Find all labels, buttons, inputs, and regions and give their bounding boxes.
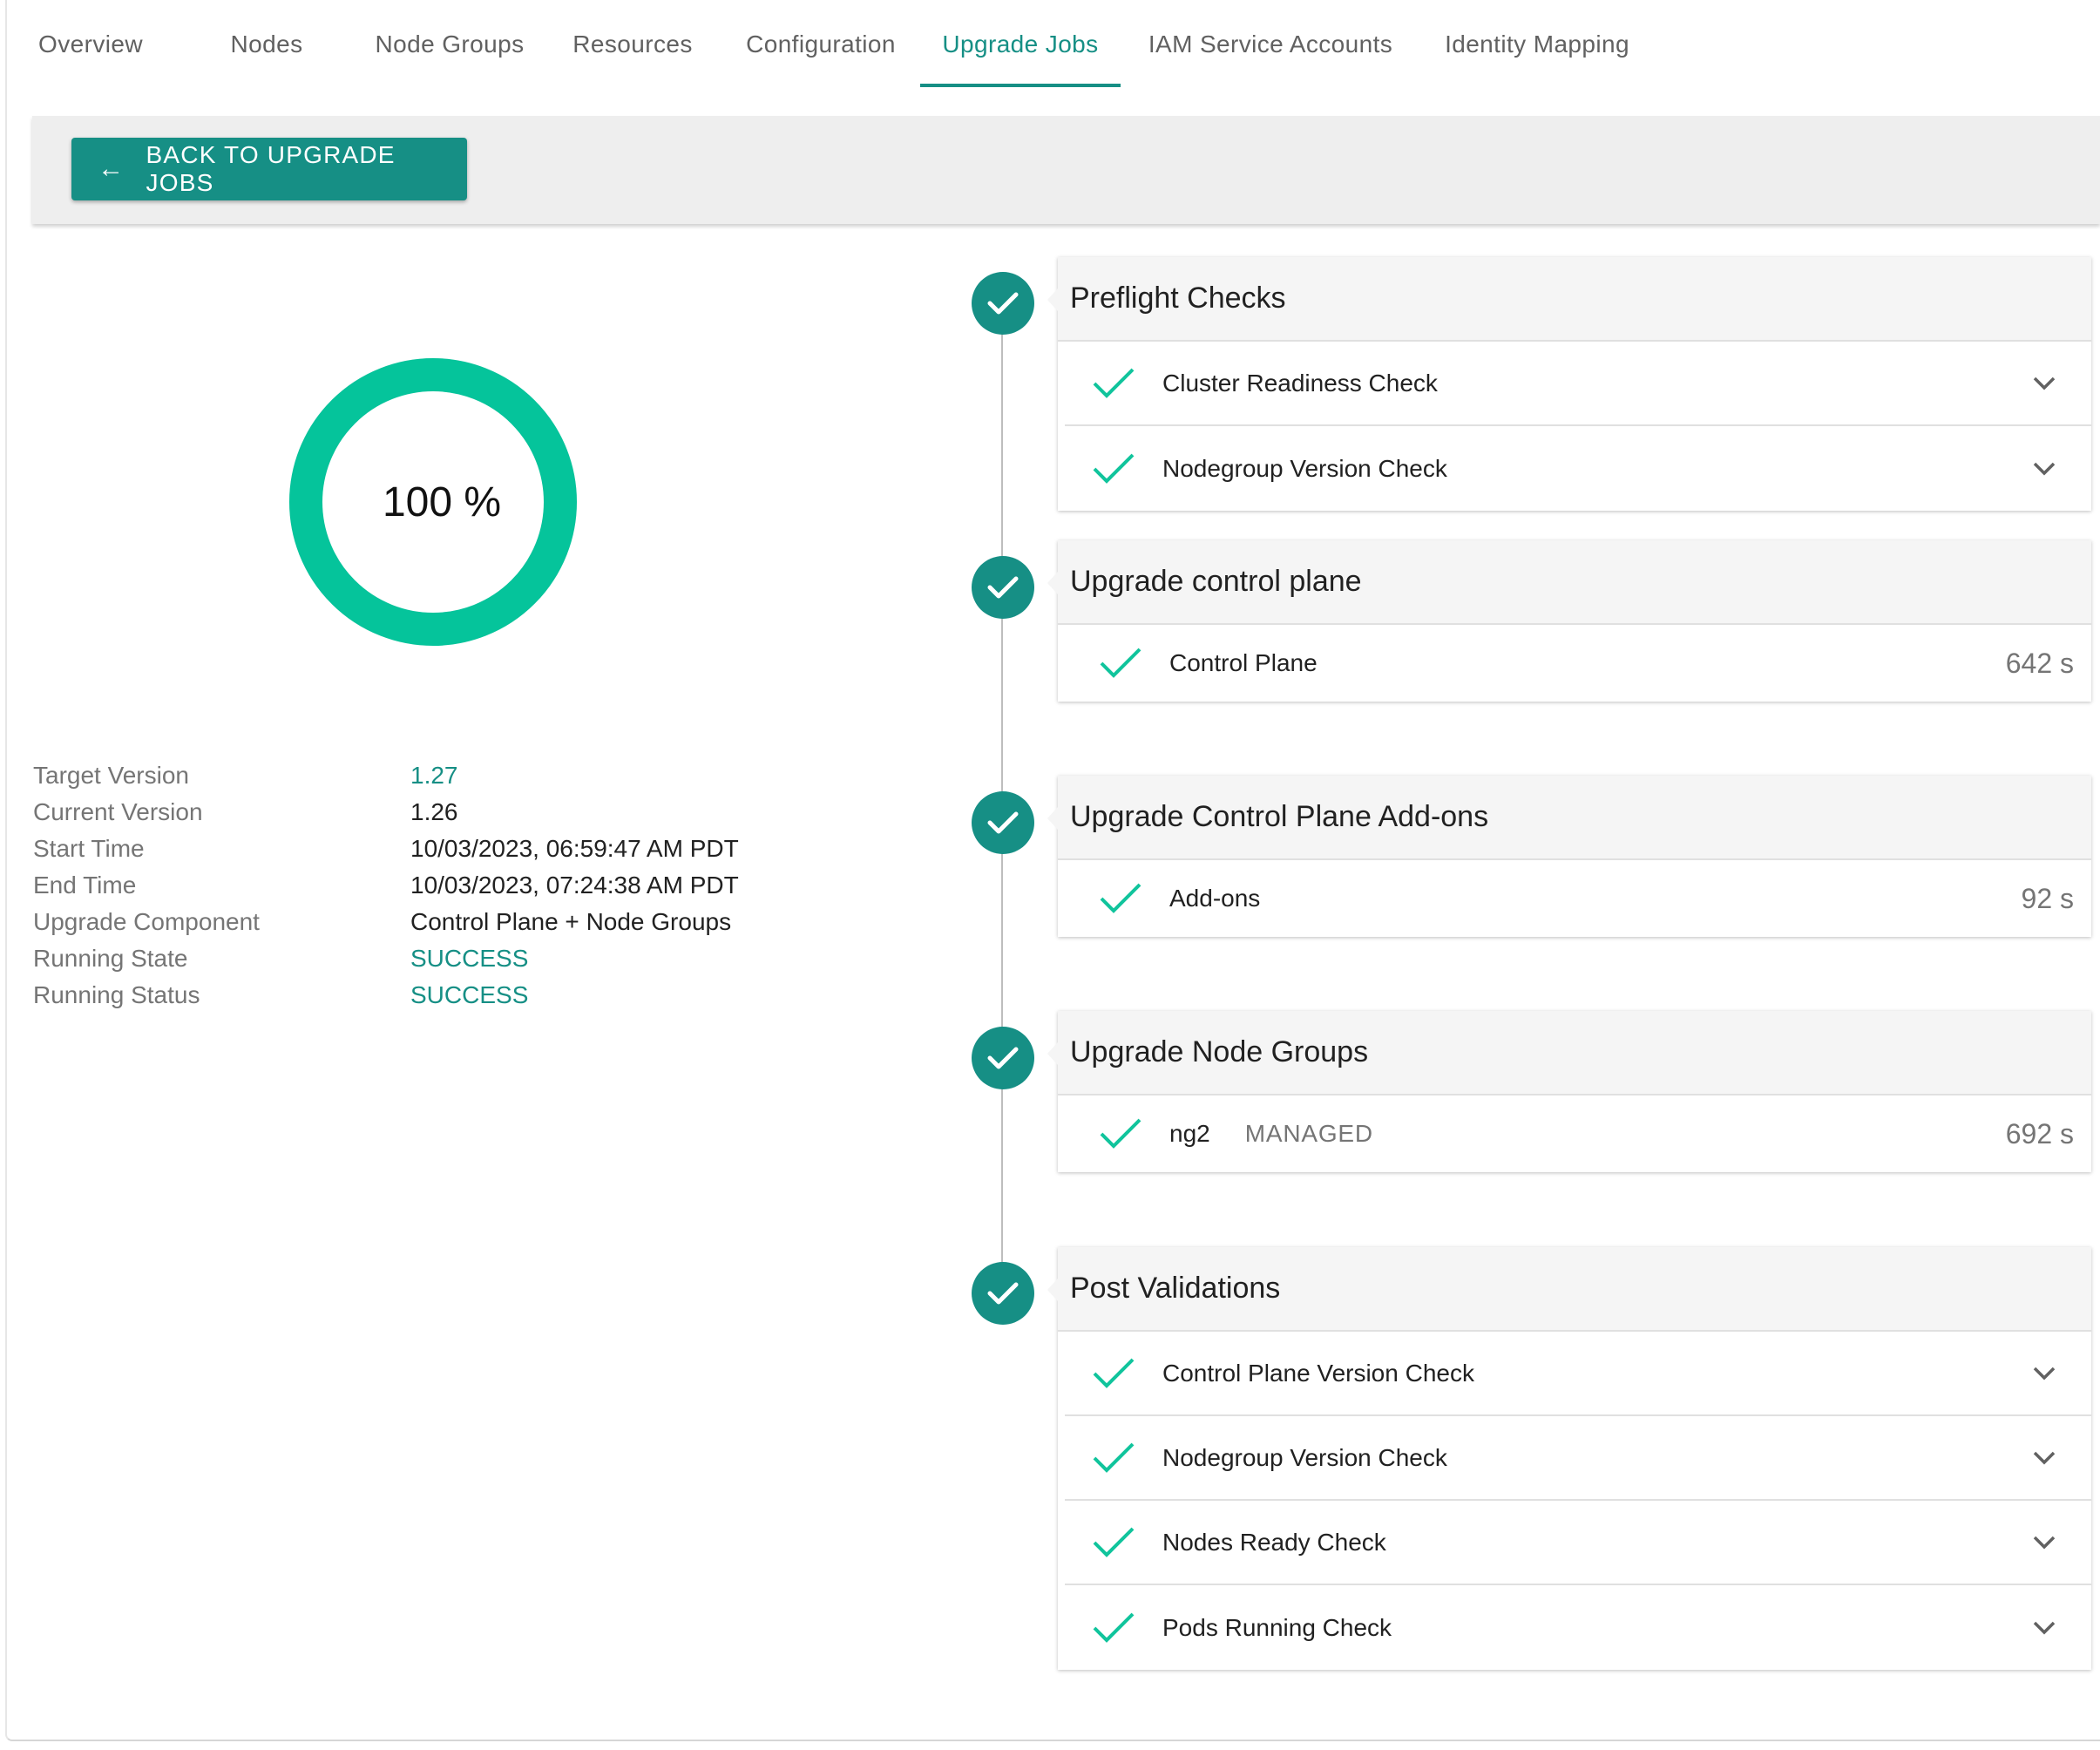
chevron-down-icon[interactable] bbox=[2032, 1366, 2056, 1381]
tab-bar: Overview Nodes Node Groups Resources Con… bbox=[0, 0, 2100, 89]
tab-node-groups[interactable]: Node Groups bbox=[359, 0, 540, 89]
tab-iam-service-accounts[interactable]: IAM Service Accounts bbox=[1133, 0, 1408, 89]
check-icon bbox=[1100, 1118, 1141, 1149]
check-item-name: Nodegroup Version Check bbox=[1162, 1443, 1447, 1471]
step-duration: 692 s bbox=[2005, 1117, 2074, 1150]
check-item-pods-running[interactable]: Pods Running Check bbox=[1065, 1585, 2091, 1670]
detail-row-current-version: Current Version 1.26 bbox=[33, 798, 817, 835]
stage-card-upgrade-control-plane-add-ons: Upgrade Control Plane Add-ons Add-ons 92… bbox=[1058, 776, 2091, 937]
stage-title: Preflight Checks bbox=[1058, 257, 2091, 342]
detail-value: 1.27 bbox=[410, 762, 458, 789]
tab-configuration[interactable]: Configuration bbox=[730, 0, 911, 89]
chevron-down-icon[interactable] bbox=[2032, 376, 2056, 391]
detail-value: 1.26 bbox=[410, 798, 458, 825]
check-circle-icon bbox=[972, 556, 1034, 619]
tab-overview[interactable]: Overview bbox=[16, 0, 166, 89]
check-icon bbox=[1093, 453, 1135, 484]
detail-label: Current Version bbox=[33, 798, 203, 825]
check-icon bbox=[1093, 1527, 1135, 1557]
detail-label: Running State bbox=[33, 945, 188, 972]
step-item-add-ons: Add-ons 92 s bbox=[1065, 860, 2091, 937]
stage-title: Post Validations bbox=[1058, 1247, 2091, 1332]
nodegroup-type-badge: MANAGED bbox=[1244, 1120, 1373, 1147]
detail-value: 10/03/2023, 06:59:47 AM PDT bbox=[410, 835, 739, 862]
step-duration: 92 s bbox=[2021, 882, 2074, 914]
check-item-name: Control Plane Version Check bbox=[1162, 1359, 1474, 1387]
check-item-nodegroup-version[interactable]: Nodegroup Version Check bbox=[1065, 1416, 2091, 1501]
check-item-nodegroup-version[interactable]: Nodegroup Version Check bbox=[1065, 426, 2091, 511]
back-toolbar: ← BACK TO UPGRADE JOBS bbox=[32, 116, 2100, 224]
check-circle-icon bbox=[972, 791, 1034, 854]
stage-card-post-validations: Post Validations Control Plane Version C… bbox=[1058, 1247, 2091, 1670]
step-item-name: ng2 bbox=[1169, 1120, 1210, 1147]
stage-title: Upgrade Node Groups bbox=[1058, 1011, 2091, 1095]
tab-nodes[interactable]: Nodes bbox=[202, 0, 331, 89]
check-item-control-plane-version[interactable]: Control Plane Version Check bbox=[1065, 1332, 2091, 1416]
check-icon bbox=[1093, 368, 1135, 398]
detail-row-end-time: End Time 10/03/2023, 07:24:38 AM PDT bbox=[33, 872, 817, 908]
stage-card-upgrade-node-groups: Upgrade Node Groups ng2 MANAGED 692 s bbox=[1058, 1011, 2091, 1172]
step-item-ng2: ng2 MANAGED 692 s bbox=[1065, 1095, 2091, 1172]
detail-label: Upgrade Component bbox=[33, 908, 260, 935]
check-item-name: Nodegroup Version Check bbox=[1162, 454, 1447, 482]
stage-card-preflight-checks: Preflight Checks Cluster Readiness Check… bbox=[1058, 257, 2091, 511]
detail-label: Target Version bbox=[33, 762, 189, 789]
stage-card-upgrade-control-plane: Upgrade control plane Control Plane 642 … bbox=[1058, 540, 2091, 702]
tab-upgrade-jobs[interactable]: Upgrade Jobs bbox=[920, 0, 1121, 89]
step-item-control-plane: Control Plane 642 s bbox=[1065, 625, 2091, 702]
chevron-down-icon[interactable] bbox=[2032, 1535, 2056, 1550]
check-item-name: Cluster Readiness Check bbox=[1162, 369, 1438, 397]
check-icon bbox=[1093, 1612, 1135, 1643]
check-circle-icon bbox=[972, 1262, 1034, 1325]
check-circle-icon bbox=[972, 272, 1034, 335]
detail-value: SUCCESS bbox=[410, 945, 529, 972]
stage-title: Upgrade Control Plane Add-ons bbox=[1058, 776, 2091, 860]
detail-value: Control Plane + Node Groups bbox=[410, 908, 732, 935]
check-icon bbox=[1093, 1358, 1135, 1388]
check-item-name: Nodes Ready Check bbox=[1162, 1528, 1386, 1556]
step-item-name: Add-ons bbox=[1169, 885, 1261, 912]
detail-row-running-state: Running State SUCCESS bbox=[33, 945, 817, 981]
detail-label: Running Status bbox=[33, 981, 200, 1008]
arrow-left-icon: ← bbox=[98, 154, 125, 183]
detail-label: Start Time bbox=[33, 835, 145, 862]
check-item-nodes-ready[interactable]: Nodes Ready Check bbox=[1065, 1501, 2091, 1585]
tab-identity-mapping[interactable]: Identity Mapping bbox=[1426, 0, 1649, 89]
progress-percent: 100 % bbox=[382, 478, 502, 526]
check-icon bbox=[1093, 1442, 1135, 1473]
back-to-upgrade-jobs-button[interactable]: ← BACK TO UPGRADE JOBS bbox=[71, 138, 467, 200]
detail-row-target-version: Target Version 1.27 bbox=[33, 762, 817, 798]
stage-title: Upgrade control plane bbox=[1058, 540, 2091, 625]
check-item-cluster-readiness[interactable]: Cluster Readiness Check bbox=[1065, 342, 2091, 426]
check-icon bbox=[1100, 648, 1141, 678]
check-circle-icon bbox=[972, 1027, 1034, 1089]
detail-row-running-status: Running Status SUCCESS bbox=[33, 981, 817, 1018]
back-button-label: BACK TO UPGRADE JOBS bbox=[146, 141, 396, 196]
chevron-down-icon[interactable] bbox=[2032, 1450, 2056, 1466]
step-item-name: Control Plane bbox=[1169, 649, 1318, 676]
check-icon bbox=[1100, 883, 1141, 913]
chevron-down-icon[interactable] bbox=[2032, 461, 2056, 477]
detail-row-upgrade-component: Upgrade Component Control Plane + Node G… bbox=[33, 908, 817, 945]
check-item-name: Pods Running Check bbox=[1162, 1613, 1392, 1641]
detail-value: SUCCESS bbox=[410, 981, 529, 1008]
detail-label: End Time bbox=[33, 872, 137, 899]
detail-value: 10/03/2023, 07:24:38 AM PDT bbox=[410, 872, 739, 899]
detail-row-start-time: Start Time 10/03/2023, 06:59:47 AM PDT bbox=[33, 835, 817, 872]
step-duration: 642 s bbox=[2005, 647, 2074, 679]
chevron-down-icon[interactable] bbox=[2032, 1620, 2056, 1636]
tab-resources[interactable]: Resources bbox=[558, 0, 708, 89]
